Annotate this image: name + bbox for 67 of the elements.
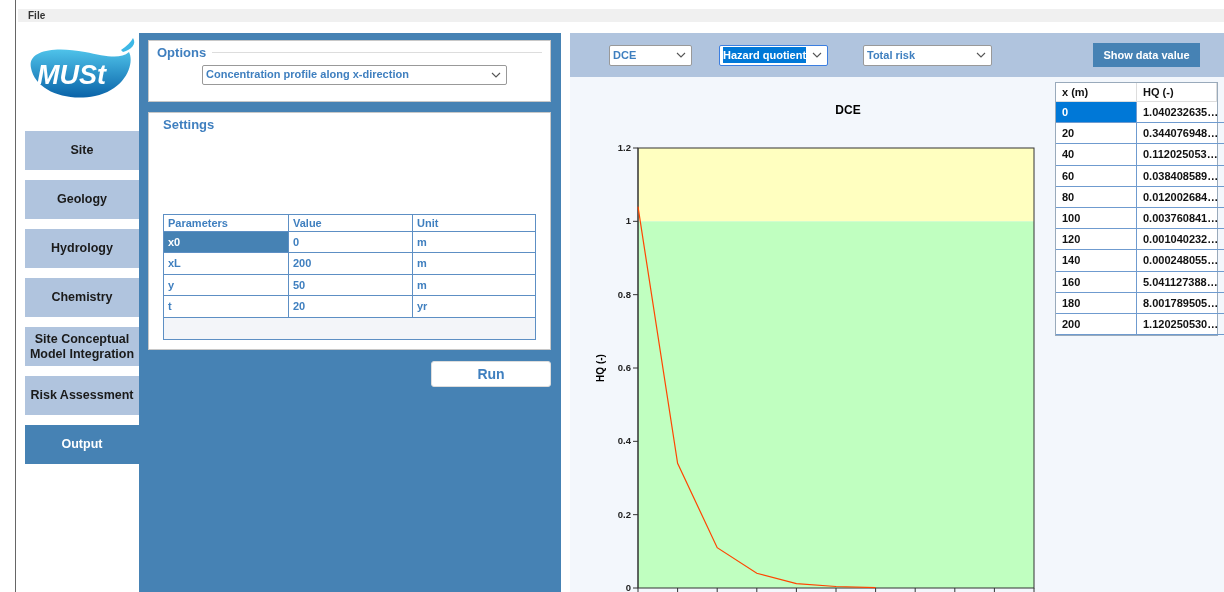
table-cell: 5.041127388… [1137,271,1224,293]
column-header: Value [289,214,413,232]
table-cell: xL [164,253,289,275]
table-cell: 20 [289,296,413,318]
table-cell: t [164,296,289,318]
table-cell[interactable]: 200 [1056,313,1137,336]
caret-icon [676,52,686,58]
table-cell: 8.001789505… [1137,292,1224,314]
table-cell: 1.120250530… [1137,313,1224,336]
show-data-button[interactable]: Show data value [1093,43,1200,67]
table-cell: yr [413,296,535,318]
caret-icon [491,71,501,78]
nav-button[interactable]: Risk Assessment [25,376,139,415]
table-cell[interactable]: 180 [1056,292,1137,314]
run-button[interactable]: Run [431,361,551,387]
table-cell: y [164,274,289,296]
nav-button[interactable]: Site [25,131,139,170]
table-cell[interactable]: 120 [1056,229,1137,251]
axis-tick-label: 0 [625,582,631,592]
dropdown[interactable]: DCE [609,44,692,66]
table-cell: 0.012002684… [1137,186,1224,208]
caret-icon [812,52,822,58]
table-cell[interactable]: 140 [1056,250,1137,272]
table-cell: 200 [289,253,413,275]
axis-tick-label: 1 [625,215,631,227]
axis-tick-label: 0.6 [617,362,631,373]
table-cell[interactable]: 100 [1056,207,1137,230]
column-header: Unit [413,214,535,232]
table-cell[interactable]: 0 [1056,102,1137,124]
chart-title: DCE [835,103,861,117]
table-cell: 50 [289,274,413,296]
table-cell: m [413,253,535,275]
axis-tick-label: 0.4 [617,435,631,447]
table-cell: m [413,231,535,253]
axis-title: HQ (-) [595,354,606,382]
nav-button[interactable]: Site Conceptual Model Integration [25,327,139,366]
table-cell: 0.112025053… [1137,144,1224,166]
options-title: Options [157,44,207,62]
table-cell[interactable]: 40 [1056,144,1137,166]
table-cell: 1.040232635… [1137,102,1224,124]
menu-item[interactable]: File [28,10,46,21]
caret-icon [976,52,986,58]
table-cell: 0.001040232… [1137,229,1224,251]
column-header: HQ (-) [1137,83,1217,102]
nav-button[interactable]: Geology [25,180,139,219]
table-cell: 0.000248055… [1137,250,1224,272]
axis-tick-label: 1.2 [617,142,631,153]
table-cell: 0.003760841… [1137,207,1224,230]
plot-type-dropdown[interactable]: Concentration profile along x-direction [202,64,507,85]
table-cell[interactable]: 20 [1056,123,1137,145]
table-cell: 0 [289,231,413,253]
dropdown[interactable]: Hazard quotient [719,44,828,66]
table-cell: 0.038408589… [1137,165,1224,187]
nav-button[interactable]: Hydrology [25,229,139,268]
column-header: Parameters [164,214,289,232]
dropdown[interactable]: Total risk [863,44,992,66]
table-cell: m [413,274,535,296]
settings-title: Settings [163,116,216,134]
table-cell: x0 [164,231,289,253]
table-cell[interactable]: 80 [1056,186,1137,208]
table-cell: 0.344076948… [1137,123,1224,145]
table-cell[interactable]: 160 [1056,271,1137,293]
nav-button[interactable]: Chemistry [25,278,139,317]
axis-tick-label: 0.2 [617,508,631,520]
nav-button[interactable]: Output [25,425,139,464]
axis-tick-label: 0.8 [617,288,631,300]
table-cell[interactable]: 60 [1056,165,1137,187]
